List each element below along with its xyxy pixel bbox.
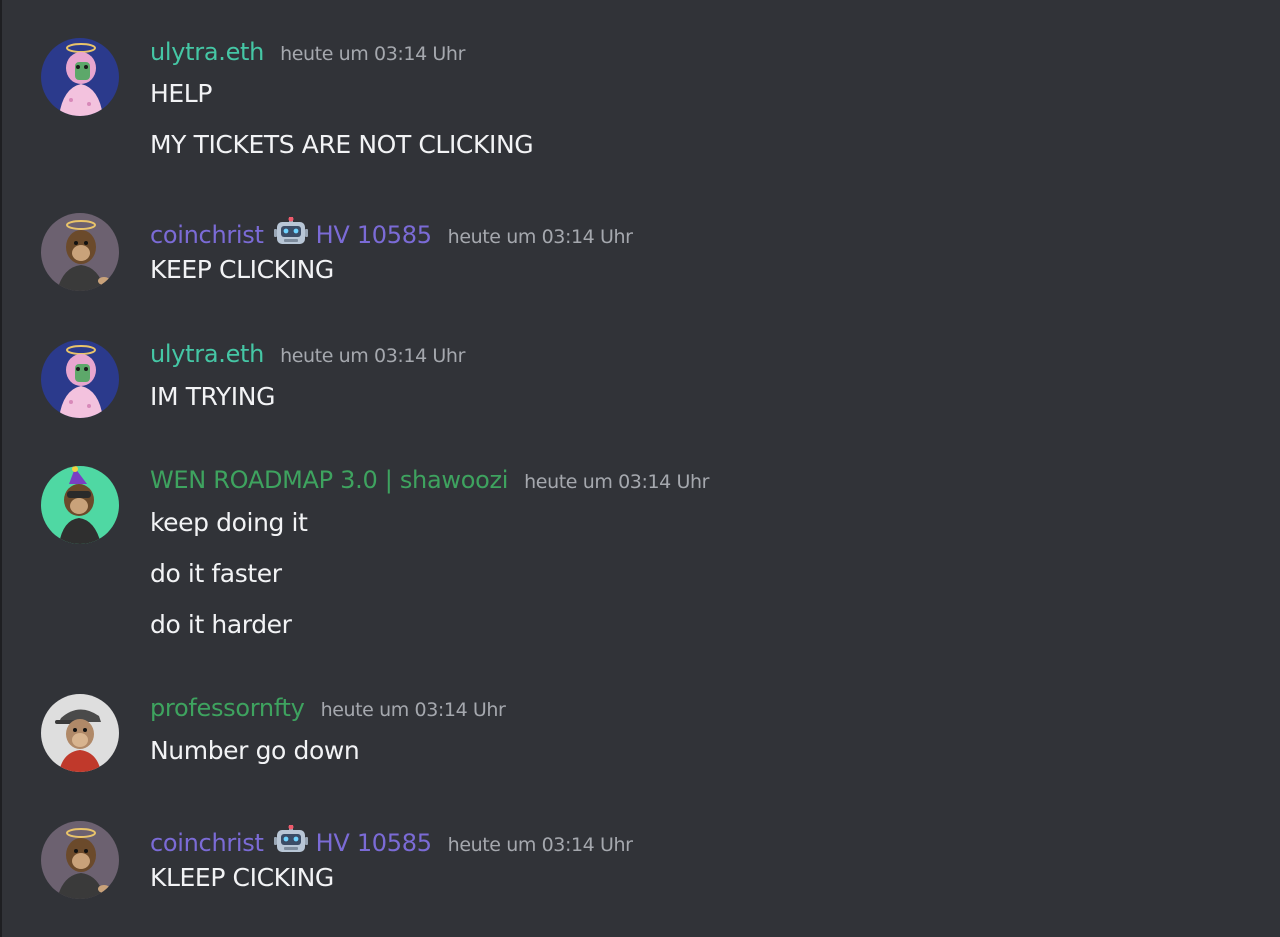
member-tag[interactable]: HV 10585 [316, 829, 432, 857]
timestamp: heute um 03:14 Uhr [320, 699, 506, 721]
username[interactable]: coinchrist [150, 829, 264, 857]
chat-message: WEN ROADMAP 3.0 | shawoozi heute um 03:1… [2, 466, 1242, 646]
timestamp: heute um 03:14 Uhr [447, 226, 633, 248]
message-line: MY TICKETS ARE NOT CLICKING [150, 130, 534, 159]
message-header: coinchrist HV 10585 heute um 03:14 Uhr [150, 821, 633, 857]
username[interactable]: professornfty [150, 694, 305, 722]
message-line: do it faster [150, 559, 282, 588]
username[interactable]: ulytra.eth [150, 340, 264, 368]
message-header: ulytra.eth heute um 03:14 Uhr [150, 38, 465, 72]
message-header: ulytra.eth heute um 03:14 Uhr [150, 340, 465, 374]
robot-emoji-icon [273, 824, 308, 855]
avatar[interactable] [41, 466, 119, 544]
message-header: professornfty heute um 03:14 Uhr [150, 694, 506, 728]
username[interactable]: WEN ROADMAP 3.0 | shawoozi [150, 466, 508, 494]
timestamp: heute um 03:14 Uhr [280, 345, 465, 367]
avatar[interactable] [41, 694, 119, 772]
chat-message: coinchrist HV 10585 heute um 03:14 Uhr K… [2, 821, 1242, 901]
chat-message-list: ulytra.eth heute um 03:14 Uhr HELP MY TI… [0, 0, 1280, 937]
message-line: HELP [150, 79, 212, 108]
avatar[interactable] [41, 38, 119, 116]
username[interactable]: ulytra.eth [150, 38, 264, 66]
robot-emoji-icon [273, 216, 308, 247]
timestamp: heute um 03:14 Uhr [447, 834, 633, 856]
message-line: Number go down [150, 736, 360, 765]
message-line: KLEEP CICKING [150, 863, 334, 892]
avatar[interactable] [41, 821, 119, 899]
message-header: coinchrist HV 10585 heute um 03:14 Uhr [150, 213, 633, 249]
chat-message: ulytra.eth heute um 03:14 Uhr HELP MY TI… [2, 38, 1242, 168]
timestamp: heute um 03:14 Uhr [524, 471, 710, 493]
chat-message: ulytra.eth heute um 03:14 Uhr IM TRYING [2, 340, 1242, 420]
message-header: WEN ROADMAP 3.0 | shawoozi heute um 03:1… [150, 466, 709, 500]
chat-message: coinchrist HV 10585 heute um 03:14 Uhr K… [2, 213, 1242, 293]
timestamp: heute um 03:14 Uhr [280, 43, 465, 65]
member-tag[interactable]: HV 10585 [316, 221, 432, 249]
avatar[interactable] [41, 340, 119, 418]
message-line: KEEP CLICKING [150, 255, 334, 284]
message-line: do it harder [150, 610, 292, 639]
avatar[interactable] [41, 213, 119, 291]
username[interactable]: coinchrist [150, 221, 264, 249]
chat-message: professornfty heute um 03:14 Uhr Number … [2, 694, 1242, 774]
message-line: keep doing it [150, 508, 308, 537]
message-line: IM TRYING [150, 382, 276, 411]
